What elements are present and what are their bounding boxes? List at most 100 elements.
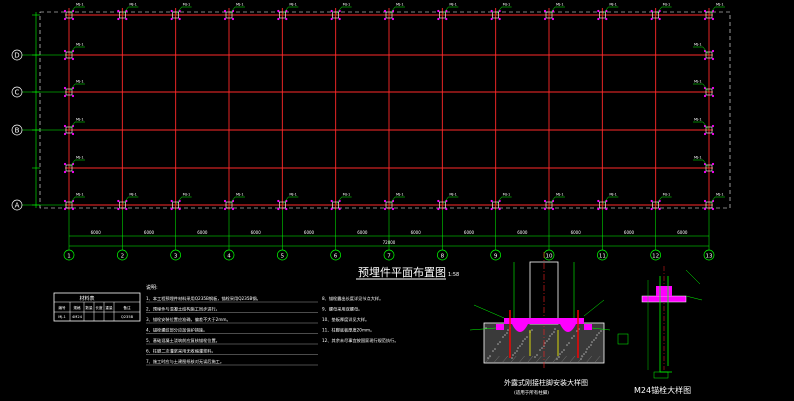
dimension-label: 6000 — [91, 230, 102, 235]
embed-tag: MJ-1 — [694, 118, 702, 122]
cad-drawing-canvas: A B C D 6000 6000 6000 6000 6000 6000 6000 6000 6000… — [0, 0, 794, 401]
column-axis-bubble-10: 10 — [543, 249, 555, 261]
column-axis-bubble-13: 13 — [703, 249, 715, 261]
embed-tag: MJ-1 — [556, 193, 564, 197]
column-axis-label: 4 — [227, 254, 231, 260]
column-axis-bubble-7: 7 — [383, 249, 395, 261]
column-axis-label: 7 — [387, 254, 391, 260]
table-cell: Q235B — [121, 315, 134, 319]
column-axis-bubble-5: 5 — [276, 249, 288, 261]
embed-tag: MJ-1 — [694, 43, 702, 47]
note-item: 4、锚栓螺纹部分应加保护措施。 — [146, 327, 207, 334]
embed-tag: MJ-1 — [503, 3, 511, 7]
row-axis-label: A — [15, 202, 20, 210]
embed-tag: MJ-1 — [76, 43, 84, 47]
dimension-label: 6000 — [144, 230, 155, 235]
plan-title-text: 预埋件平面布置图 — [358, 266, 446, 279]
embed-tag: MJ-1 — [236, 3, 244, 7]
note-item: 5、基础混凝土浇筑前应复核锚栓位置。 — [146, 337, 220, 344]
embed-tag: MJ-1 — [449, 193, 457, 197]
column-axis-label: 6 — [334, 254, 338, 260]
embed-tag: MJ-1 — [449, 3, 457, 7]
column-axis-bubble-8: 8 — [436, 249, 448, 261]
embed-tag: MJ-1 — [609, 193, 617, 197]
column-axis-bubble-12: 12 — [650, 249, 662, 261]
embed-tag: MJ-1 — [609, 3, 617, 7]
column-axis-bubble-4: 4 — [223, 249, 235, 261]
column-axis-label: 9 — [494, 254, 498, 260]
total-dimension-label: 72000 — [383, 240, 396, 245]
note-item: 10、垫板厚度详见大样。 — [322, 316, 369, 323]
column-base-detail-subtitle: (适用于所有柱脚) — [514, 389, 549, 396]
embed-tag: MJ-1 — [76, 156, 84, 160]
embed-tag: MJ-1 — [503, 193, 511, 197]
column-axis-label: 12 — [652, 254, 659, 260]
row-axis-label: C — [15, 89, 20, 97]
embed-tag: MJ-1 — [76, 193, 84, 197]
dimension-label: 6000 — [411, 230, 422, 235]
column-axis-label: 5 — [281, 254, 285, 260]
embed-tag: MJ-1 — [183, 193, 191, 197]
embed-tag: MJ-1 — [396, 193, 404, 197]
column-axis-label: 2 — [121, 254, 125, 260]
column-axis-label: 10 — [546, 254, 553, 260]
column-axis-label: 8 — [441, 254, 445, 260]
embed-tag: MJ-1 — [663, 193, 671, 197]
note-item: 6、柱脚二次灌浆采用无收缩灌浆料。 — [146, 348, 216, 355]
plan-title-scale: 1:58 — [448, 272, 459, 278]
embed-tag: MJ-1 — [76, 3, 84, 7]
dimension-label: 6000 — [571, 230, 582, 235]
row-axis-label: B — [15, 127, 20, 135]
table-header-cell: 规格 — [73, 305, 81, 310]
embed-tag: MJ-1 — [694, 80, 702, 84]
note-item: 2、预埋件与混凝土结构施工同步进行。 — [146, 306, 220, 313]
column-axis-label: 1 — [67, 254, 71, 260]
column-axis-label: 13 — [706, 254, 713, 260]
table-header-cell: 重量 — [105, 305, 113, 310]
column-base-detail-title: 外露式刚接柱脚安装大样图 — [504, 378, 588, 387]
column-axis-bubble-6: 6 — [330, 249, 342, 261]
column-axis-bubble-9: 9 — [490, 249, 502, 261]
column-axis-bubble-1: 1 — [63, 249, 75, 261]
dimension-label: 6000 — [251, 230, 262, 235]
embed-tag: MJ-1 — [129, 193, 137, 197]
note-item: 7、施工时应与土建图纸核对无误后施工。 — [146, 358, 224, 365]
embed-tag: MJ-1 — [183, 3, 191, 7]
table-header-cell: 备注 — [123, 305, 131, 310]
embed-tag: MJ-1 — [556, 3, 564, 7]
embed-tag: MJ-1 — [289, 3, 297, 7]
table-header-cell: 编号 — [58, 305, 66, 310]
table-header-cell: 数量 — [85, 305, 93, 310]
column-axis-bubble-11: 11 — [596, 249, 608, 261]
note-item: 1、本工程预埋件材料采用Q235B钢板，锚栓采用Q235B钢。 — [146, 295, 261, 302]
embed-tag: MJ-1 — [236, 193, 244, 197]
plan-title: 预埋件平面布置图 1:58 — [356, 266, 459, 280]
embed-tag: MJ-1 — [76, 80, 84, 84]
dimension-label: 6000 — [304, 230, 315, 235]
note-item: 11、柱脚底板厚度20mm。 — [322, 327, 374, 334]
embed-tag: MJ-1 — [289, 193, 297, 197]
notes-heading: 说明: — [146, 284, 158, 291]
column-axis-bubble-3: 3 — [170, 249, 182, 261]
embed-tag: MJ-1 — [343, 3, 351, 7]
dimension-label: 6000 — [517, 230, 528, 235]
column-axis-bubble-2: 2 — [116, 249, 128, 261]
table-cell: MJ-1 — [58, 315, 66, 319]
column-axis-label: 11 — [599, 254, 606, 260]
embed-tag: MJ-1 — [716, 193, 724, 197]
note-item: 3、锚栓安装位置应准确，偏差不大于2mm。 — [146, 316, 231, 323]
embed-tag: MJ-1 — [663, 3, 671, 7]
note-item: 12、其余未尽事宜按国家现行规范执行。 — [322, 337, 399, 344]
embed-tag: MJ-1 — [343, 193, 351, 197]
dimension-label: 6000 — [624, 230, 635, 235]
note-item: 9、螺母采用双螺母。 — [322, 306, 362, 313]
anchor-bolt-detail-title: M24锚栓大样图 — [634, 385, 691, 395]
embed-tag: MJ-1 — [76, 118, 84, 122]
table-cell: 4M24 — [72, 315, 83, 319]
dimension-label: 6000 — [464, 230, 475, 235]
embed-tag: MJ-1 — [129, 3, 137, 7]
dimension-label: 6000 — [197, 230, 208, 235]
embed-tag: MJ-1 — [694, 156, 702, 160]
material-table-title: 材料表 — [79, 295, 94, 302]
embed-tag: MJ-1 — [716, 3, 724, 7]
